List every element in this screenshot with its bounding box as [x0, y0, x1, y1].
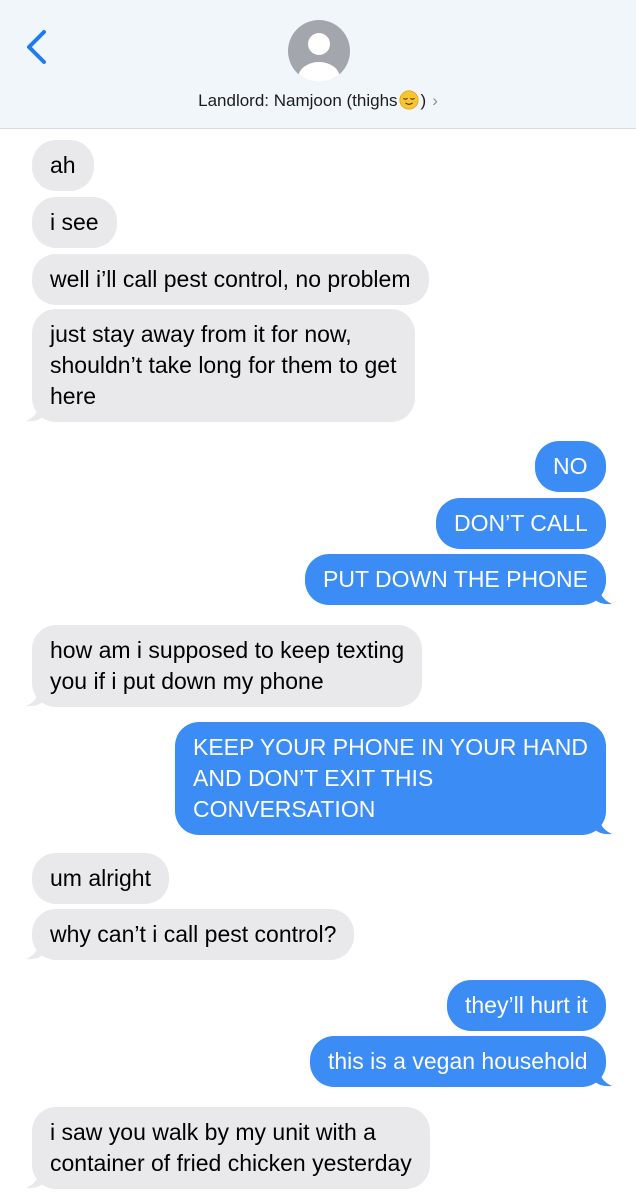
message-line: i saw you walk by my unit with a [50, 1119, 376, 1145]
message-line: KEEP YOUR PHONE IN YOUR HAND [193, 734, 588, 760]
chevron-left-icon[interactable] [22, 28, 52, 66]
message-line: ah [50, 152, 76, 178]
message-line: DON’T CALL [454, 510, 588, 536]
received-message-bubble[interactable]: i see [32, 197, 117, 248]
sent-message-bubble[interactable]: they’ll hurt it [447, 980, 606, 1031]
message-line: this is a vegan household [328, 1048, 588, 1074]
message-line: well i’ll call pest control, no problem [50, 266, 411, 292]
message-line: i see [50, 209, 99, 235]
received-message-bubble[interactable]: well i’ll call pest control, no problem [32, 254, 429, 305]
message-thread: ah i see well i’ll call pest control, no p… [0, 128, 636, 1200]
contact-name[interactable]: Landlord: Namjoon (thighs ) › [0, 90, 636, 111]
message-line: just stay away from it for now, [50, 321, 352, 347]
message-line: NO [553, 453, 588, 479]
received-message-bubble[interactable]: um alright [32, 853, 169, 904]
person-icon [288, 20, 350, 82]
received-message-bubble[interactable]: i saw you walk by my unit with a containe… [32, 1107, 430, 1189]
message-line: um alright [50, 865, 151, 891]
received-message-bubble[interactable]: why can’t i call pest control? [32, 909, 355, 960]
chevron-right-icon: › [432, 91, 438, 110]
contact-name-suffix: ) [420, 91, 427, 110]
sent-message-bubble[interactable]: KEEP YOUR PHONE IN YOUR HAND AND DON’T EX… [175, 722, 606, 835]
message-line: shouldn’t take long for them to get [50, 352, 397, 378]
message-line: PUT DOWN THE PHONE [323, 566, 588, 592]
message-line: why can’t i call pest control? [50, 921, 337, 947]
contact-name-text: Landlord: Namjoon (thighs [198, 91, 398, 110]
message-line: how am i supposed to keep texting [50, 637, 405, 663]
received-message-bubble[interactable]: how am i supposed to keep texting you if … [32, 625, 423, 707]
sent-message-bubble[interactable]: NO [535, 441, 606, 492]
relieved-face-icon [398, 90, 419, 110]
sent-message-bubble[interactable]: DON’T CALL [436, 498, 606, 549]
message-line: you if i put down my phone [50, 668, 324, 694]
conversation-header: Landlord: Namjoon (thighs ) › [0, 0, 636, 129]
message-line: container of fried chicken yesterday [50, 1150, 412, 1176]
sent-message-bubble[interactable]: this is a vegan household [310, 1036, 606, 1087]
message-line: CONVERSATION [193, 796, 376, 822]
message-line: here [50, 383, 97, 409]
received-message-bubble[interactable]: ah [32, 140, 94, 191]
message-line: they’ll hurt it [465, 992, 588, 1018]
received-message-bubble[interactable]: just stay away from it for now, shouldn’t… [32, 309, 415, 422]
sent-message-bubble[interactable]: PUT DOWN THE PHONE [305, 554, 606, 605]
message-line: AND DON’T EXIT THIS [193, 765, 434, 791]
avatar[interactable] [288, 20, 350, 82]
